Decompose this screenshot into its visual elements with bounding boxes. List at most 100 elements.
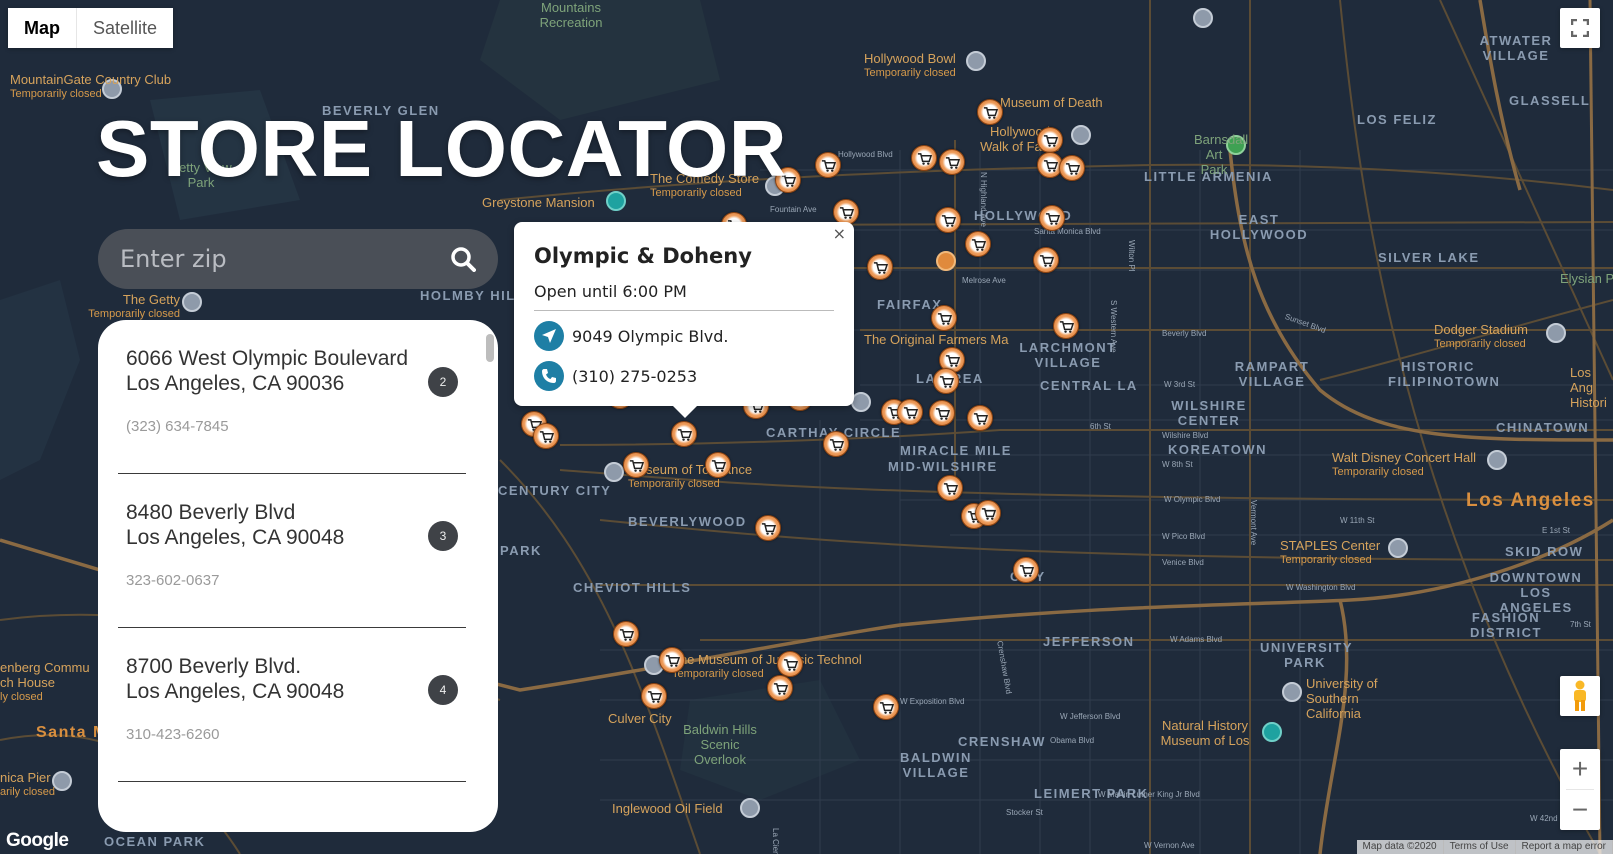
store-marker-icon[interactable]	[935, 207, 961, 233]
store-marker-icon[interactable]	[937, 475, 963, 501]
area-label: UNIVERSITY PARK	[1260, 640, 1354, 670]
google-logo[interactable]: Google	[6, 830, 69, 852]
area-label: CRENSHAW	[958, 734, 1046, 749]
store-marker-icon[interactable]	[873, 694, 899, 720]
store-address-line1: 8480 Beverly Blvd	[126, 501, 296, 524]
store-address-line2: Los Angeles, CA 90036	[126, 372, 345, 395]
zip-search-input[interactable]	[120, 245, 450, 273]
store-marker-icon[interactable]	[975, 500, 1001, 526]
area-label: SKID ROW	[1505, 544, 1584, 559]
street-label: 7th St	[1570, 620, 1591, 629]
street-view-pegman[interactable]	[1560, 676, 1600, 716]
report-error-link[interactable]: Report a map error	[1516, 840, 1613, 854]
store-marker-icon[interactable]	[623, 452, 649, 478]
store-phone: 323-602-0637	[126, 572, 220, 589]
info-address-row[interactable]: 9049 Olympic Blvd.	[534, 321, 834, 351]
street-label: W Pico Blvd	[1162, 532, 1206, 541]
store-marker-icon[interactable]	[1037, 127, 1063, 153]
university-icon[interactable]	[1282, 682, 1302, 702]
fullscreen-button[interactable]	[1560, 8, 1600, 48]
info-address: 9049 Olympic Blvd.	[572, 326, 729, 346]
map-type-satellite-button[interactable]: Satellite	[77, 8, 174, 48]
store-marker-icon[interactable]	[1039, 205, 1065, 231]
store-list-item[interactable]: 6066 West Olympic Boulevard Los Angeles,…	[118, 320, 466, 474]
poi-label: enberg Commu ch House ly closed	[0, 660, 90, 703]
store-marker-icon[interactable]	[965, 231, 991, 257]
museum-icon[interactable]	[604, 462, 624, 482]
store-marker-icon[interactable]	[767, 675, 793, 701]
store-marker-icon[interactable]	[939, 149, 965, 175]
street-label: W Adams Blvd	[1170, 635, 1223, 644]
poi-label: Culver City	[608, 711, 672, 726]
store-marker-icon[interactable]	[967, 405, 993, 431]
store-marker-icon[interactable]	[933, 368, 959, 394]
zoom-out-button[interactable]: −	[1560, 790, 1600, 830]
area-label: OCEAN PARK	[104, 834, 206, 849]
store-marker-icon[interactable]	[1053, 313, 1079, 339]
camera-icon[interactable]	[1193, 8, 1213, 28]
store-marker-icon[interactable]	[1033, 247, 1059, 273]
poi-label: Elysian Park	[1560, 271, 1613, 286]
store-marker-icon[interactable]	[777, 651, 803, 677]
music-icon[interactable]	[966, 51, 986, 71]
store-marker-icon[interactable]	[671, 421, 697, 447]
restaurant-icon[interactable]	[936, 251, 956, 271]
search-icon[interactable]	[450, 246, 476, 272]
pegman-icon	[1574, 680, 1586, 711]
store-marker-icon[interactable]	[659, 647, 685, 673]
navigation-arrow-icon[interactable]	[534, 321, 564, 351]
map-attribution: Map data ©2020 Terms of Use Report a map…	[1356, 840, 1613, 854]
landmark-icon[interactable]	[606, 191, 626, 211]
music-icon[interactable]	[1487, 450, 1507, 470]
poi-label: Hollywood Bowl Temporarily closed	[864, 51, 956, 79]
store-marker-icon[interactable]	[613, 621, 639, 647]
store-address: 8700 Beverly Blvd. Los Angeles, CA 90048	[118, 654, 466, 704]
map-type-map-button[interactable]: Map	[8, 8, 77, 48]
info-phone-row[interactable]: (310) 275-0253	[534, 361, 834, 391]
close-icon[interactable]: ×	[833, 224, 846, 243]
poi-label: The Museum of Jurassic Technol Temporaril…	[672, 652, 862, 680]
street-label: Fountain Ave	[770, 205, 817, 214]
store-marker-icon[interactable]	[929, 400, 955, 426]
store-marker-icon[interactable]	[897, 399, 923, 425]
store-marker-icon[interactable]	[931, 305, 957, 331]
museum-icon[interactable]	[1262, 722, 1282, 742]
store-marker-icon[interactable]	[1013, 557, 1039, 583]
zoom-in-button[interactable]: +	[1560, 749, 1600, 789]
museum-icon[interactable]	[182, 292, 202, 312]
area-label: WILSHIRE CENTER	[1171, 398, 1247, 428]
stadium-icon[interactable]	[1388, 538, 1408, 558]
phone-icon[interactable]	[534, 361, 564, 391]
map-type-control: Map Satellite	[8, 8, 174, 48]
area-label: CHINATOWN	[1496, 420, 1590, 435]
store-list-scrollbar[interactable]	[486, 334, 494, 362]
store-marker-icon[interactable]	[823, 431, 849, 457]
store-marker-icon[interactable]	[815, 152, 841, 178]
store-marker-icon[interactable]	[911, 145, 937, 171]
area-label: CHEVIOT HILLS	[573, 580, 692, 595]
terms-link[interactable]: Terms of Use	[1444, 840, 1516, 854]
store-list-item[interactable]: 8480 Beverly Blvd Los Angeles, CA 90048 …	[118, 474, 466, 628]
zoom-control: + −	[1560, 749, 1600, 830]
poi-label: nica Pier arily closed	[0, 770, 56, 798]
store-info-window: × Olympic & Doheny Open until 6:00 PM 90…	[514, 222, 854, 418]
stadium-icon[interactable]	[1546, 323, 1566, 343]
store-marker-icon[interactable]	[705, 452, 731, 478]
area-label: KOREATOWN	[1168, 442, 1267, 457]
store-marker-icon[interactable]	[533, 423, 559, 449]
store-marker-icon[interactable]	[867, 254, 893, 280]
store-list[interactable]: 6066 West Olympic Boulevard Los Angeles,…	[98, 320, 498, 832]
pin-icon[interactable]	[740, 798, 760, 818]
street-label: Melrose Ave	[962, 276, 1006, 285]
poi-label: University of Southern California	[1306, 676, 1378, 721]
store-marker-icon[interactable]	[1059, 155, 1085, 181]
store-marker-icon[interactable]	[641, 683, 667, 709]
store-list-item[interactable]: 8700 Beverly Blvd. Los Angeles, CA 90048…	[118, 628, 466, 782]
poi-label: Mountains Recreation	[539, 0, 603, 30]
area-label: GLASSELL	[1509, 93, 1591, 108]
store-marker-icon[interactable]	[755, 515, 781, 541]
museum-icon[interactable]	[851, 392, 871, 412]
street-label: S Western Ave	[1109, 300, 1118, 353]
museum-icon[interactable]	[1071, 125, 1091, 145]
store-marker-icon[interactable]	[977, 99, 1003, 125]
